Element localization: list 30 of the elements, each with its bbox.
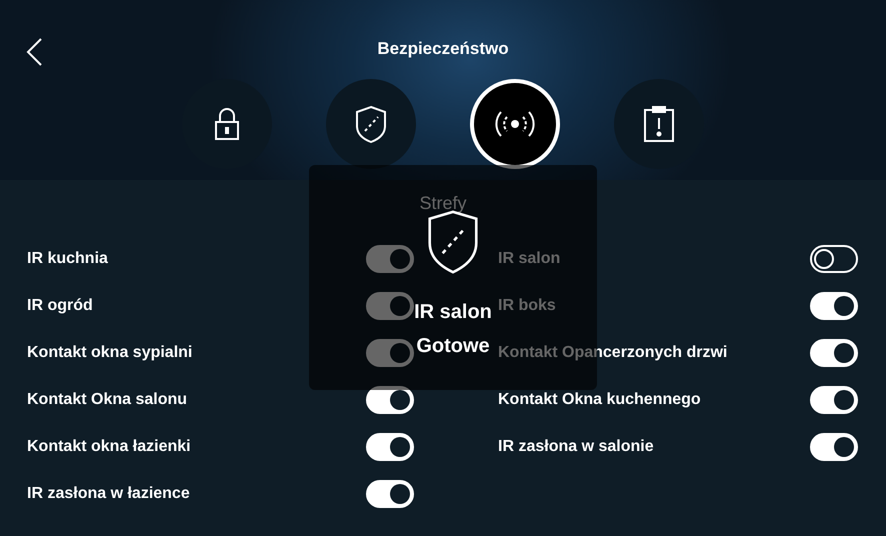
shield-icon <box>354 105 386 143</box>
toggle-switch[interactable] <box>366 480 414 508</box>
zone-label: Kontakt Okna kuchennego <box>498 390 701 408</box>
toggle-switch[interactable] <box>366 292 414 320</box>
zone-label: IR ogród <box>27 296 93 314</box>
popup-status: Gotowe <box>416 334 490 359</box>
sensor-icon <box>492 109 536 139</box>
toggle-switch[interactable] <box>810 432 858 460</box>
toggle-switch[interactable] <box>810 292 858 320</box>
zone-label: IR kuchnia <box>27 250 108 268</box>
popup-zone-name: IR salon <box>414 300 492 325</box>
toggle-switch[interactable] <box>366 432 414 460</box>
zone-label: IR zasłona w łazience <box>27 484 190 502</box>
section-title: Strefy <box>418 192 468 215</box>
zone-label: Kontakt Okna salonu <box>27 390 188 408</box>
toggle-switch[interactable] <box>366 338 414 366</box>
toggle-switch[interactable] <box>366 244 414 272</box>
page-title: Bezpieczeństwo <box>377 38 509 60</box>
zone-label: IR boks <box>498 296 556 314</box>
toggle-switch[interactable] <box>810 244 858 272</box>
zone-label: IR salon <box>498 250 560 268</box>
toggle-switch[interactable] <box>810 338 858 366</box>
lock-icon <box>214 107 240 141</box>
zone-label: IR zasłona w salonie <box>498 438 654 456</box>
zone-label: Kontakt Opancerzonych drzwi <box>498 344 728 362</box>
clipboard-alert-icon <box>642 105 676 143</box>
toggle-switch[interactable] <box>366 386 414 414</box>
zone-label: Kontakt okna łazienki <box>27 438 191 456</box>
zone-label: Kontakt okna sypialni <box>27 344 192 362</box>
toggle-switch[interactable] <box>810 386 858 414</box>
